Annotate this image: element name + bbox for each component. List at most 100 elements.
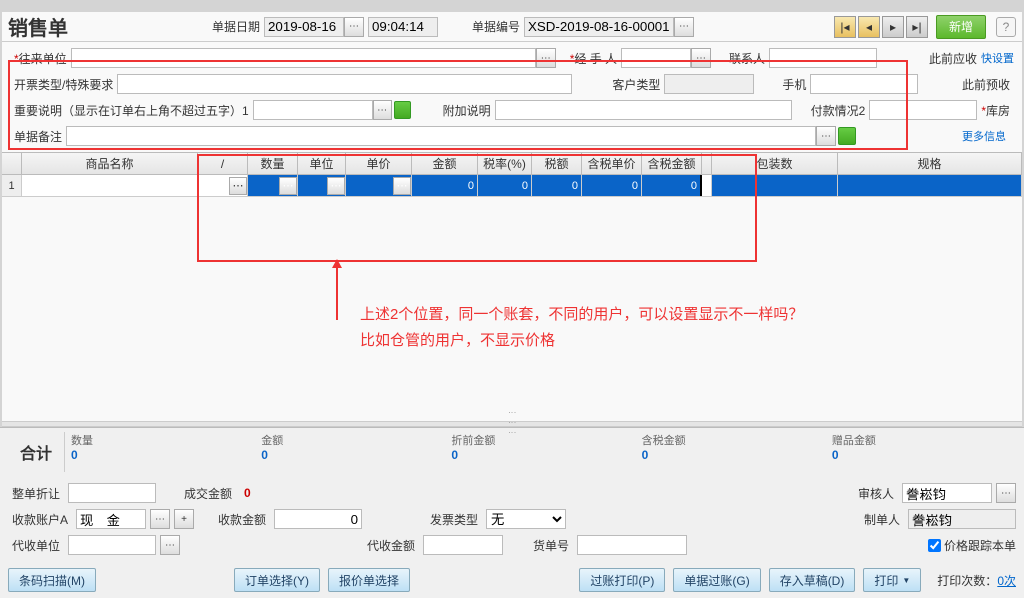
agent-amt-field[interactable]	[423, 535, 503, 555]
cell-tax[interactable]: 0	[532, 175, 582, 196]
cell-spec[interactable]	[838, 175, 1022, 196]
memo-lookup-button[interactable]: ⋯	[816, 126, 836, 146]
attach-field[interactable]	[495, 100, 792, 120]
date-label: 单据日期	[208, 18, 264, 35]
help-icon[interactable]: ?	[996, 17, 1016, 37]
col-gap	[702, 153, 712, 174]
cell-unit[interactable]: ⋯	[298, 175, 346, 196]
lookup-icon[interactable]: ⋯	[229, 177, 247, 195]
barcode-button[interactable]: 条码扫描(M)	[8, 568, 96, 592]
cell-amt[interactable]: 0	[412, 175, 478, 196]
acct-field[interactable]	[76, 509, 146, 529]
nav-first-button[interactable]: |◂	[834, 16, 856, 38]
col-tamt[interactable]: 含税金额	[642, 153, 702, 174]
agent-label: 代收单位	[8, 537, 64, 554]
cell-gap	[702, 175, 712, 196]
lookup-icon[interactable]: ⋯	[279, 177, 297, 195]
add-button[interactable]: 新增	[936, 15, 986, 39]
phone-field[interactable]	[810, 74, 918, 94]
draft-button[interactable]: 存入草稿(D)	[769, 568, 856, 592]
col-price[interactable]: 单价	[346, 153, 412, 174]
cust-type-field[interactable]	[664, 74, 754, 94]
action-icon-2[interactable]	[838, 127, 856, 145]
cell-name[interactable]	[22, 175, 198, 196]
table-row[interactable]: 1 ⋯ ⋯ ⋯ ⋯ 0 0 0 0 0	[2, 175, 1022, 197]
post-print-button[interactable]: 过账打印(P)	[579, 568, 665, 592]
cell-slash[interactable]: ⋯	[198, 175, 248, 196]
col-pack[interactable]: 包装数	[712, 153, 838, 174]
docno-lookup-button[interactable]: ⋯	[674, 17, 694, 37]
col-rate[interactable]: 税率(%)	[478, 153, 532, 174]
shipno-field[interactable]	[577, 535, 687, 555]
discount-field[interactable]	[68, 483, 156, 503]
lookup-icon[interactable]: ⋯	[327, 177, 345, 195]
agent-lookup-button[interactable]: ⋯	[160, 535, 180, 555]
col-slash[interactable]: /	[198, 153, 248, 174]
track-cost-input[interactable]	[928, 539, 941, 552]
auditor-field[interactable]	[902, 483, 992, 503]
order-select-button[interactable]: 订单选择(Y)	[234, 568, 320, 592]
memo-label: 单据备注	[10, 128, 66, 145]
lookup-icon[interactable]: ⋯	[393, 177, 411, 195]
shipno-label: 货单号	[529, 537, 573, 554]
handler-field[interactable]	[621, 48, 691, 68]
prepay-label: 此前预收	[958, 76, 1014, 93]
date-picker-button[interactable]: ⋯	[344, 17, 364, 37]
cell-price[interactable]: ⋯	[346, 175, 412, 196]
resize-handle[interactable]	[2, 421, 1022, 427]
handler-lookup-button[interactable]: ⋯	[691, 48, 711, 68]
memo-field[interactable]	[66, 126, 816, 146]
cell-idx: 1	[2, 175, 22, 196]
print-count-link[interactable]: 0次	[997, 574, 1016, 588]
date-field[interactable]	[264, 17, 344, 37]
track-cost-checkbox[interactable]: 价格跟踪本单	[928, 537, 1016, 554]
partner-field[interactable]	[71, 48, 536, 68]
agent-field[interactable]	[68, 535, 156, 555]
print-button[interactable]: 打印▼	[863, 568, 921, 592]
collect-amt-field[interactable]	[274, 509, 362, 529]
col-name[interactable]: 商品名称	[22, 153, 198, 174]
partner-lookup-button[interactable]: ⋯	[536, 48, 556, 68]
col-qty[interactable]: 数量	[248, 153, 298, 174]
express-settings-link[interactable]: 快设置	[981, 50, 1014, 66]
contact-field[interactable]	[769, 48, 877, 68]
acct-lookup-button[interactable]: ⋯	[150, 509, 170, 529]
important-field[interactable]	[253, 100, 373, 120]
nav-next-button[interactable]: ▸	[882, 16, 904, 38]
col-unit[interactable]: 单位	[298, 153, 346, 174]
cell-rate[interactable]: 0	[478, 175, 532, 196]
cell-tamt[interactable]: 0	[642, 175, 702, 196]
line-items-grid[interactable]: 商品名称 / 数量 单位 单价 金额 税率(%) 税额 含税单价 含税金额 包装…	[2, 152, 1022, 197]
warehouse-label: *库房	[977, 102, 1014, 119]
sum-qty-val: 0	[71, 448, 255, 462]
nav-prev-button[interactable]: ◂	[858, 16, 880, 38]
sum-tax-label: 含税金额	[642, 432, 826, 448]
quote-select-button[interactable]: 报价单选择	[328, 568, 410, 592]
invoice-field[interactable]	[117, 74, 572, 94]
auditor-lookup-button[interactable]: ⋯	[996, 483, 1016, 503]
nav-last-button[interactable]: ▸|	[906, 16, 928, 38]
col-amt[interactable]: 金额	[412, 153, 478, 174]
inv-type-select[interactable]: 无	[486, 509, 566, 529]
invoice-label: 开票类型/特殊要求	[10, 76, 117, 93]
post-button[interactable]: 单据过账(G)	[673, 568, 760, 592]
collect-amt-label: 收款金额	[214, 511, 270, 528]
cust-type-label: 客户类型	[608, 76, 664, 93]
cell-pack[interactable]	[712, 175, 838, 196]
pay-status-field[interactable]	[869, 100, 977, 120]
sum-pre-label: 折前金额	[451, 432, 635, 448]
acct-add-button[interactable]: +	[174, 509, 194, 529]
more-info-link[interactable]: 更多信息	[962, 128, 1014, 144]
cell-qty[interactable]: ⋯	[248, 175, 298, 196]
col-tprice[interactable]: 含税单价	[582, 153, 642, 174]
time-field[interactable]	[368, 17, 438, 37]
important-lookup-button[interactable]: ⋯	[373, 100, 392, 120]
tab-bar	[0, 0, 1024, 12]
sum-tax-val: 0	[642, 448, 826, 462]
action-icon-1[interactable]	[394, 101, 411, 119]
maker-label: 制单人	[860, 511, 904, 528]
col-tax[interactable]: 税额	[532, 153, 582, 174]
docno-field[interactable]	[524, 17, 674, 37]
cell-tprice[interactable]: 0	[582, 175, 642, 196]
col-spec[interactable]: 规格	[838, 153, 1022, 174]
